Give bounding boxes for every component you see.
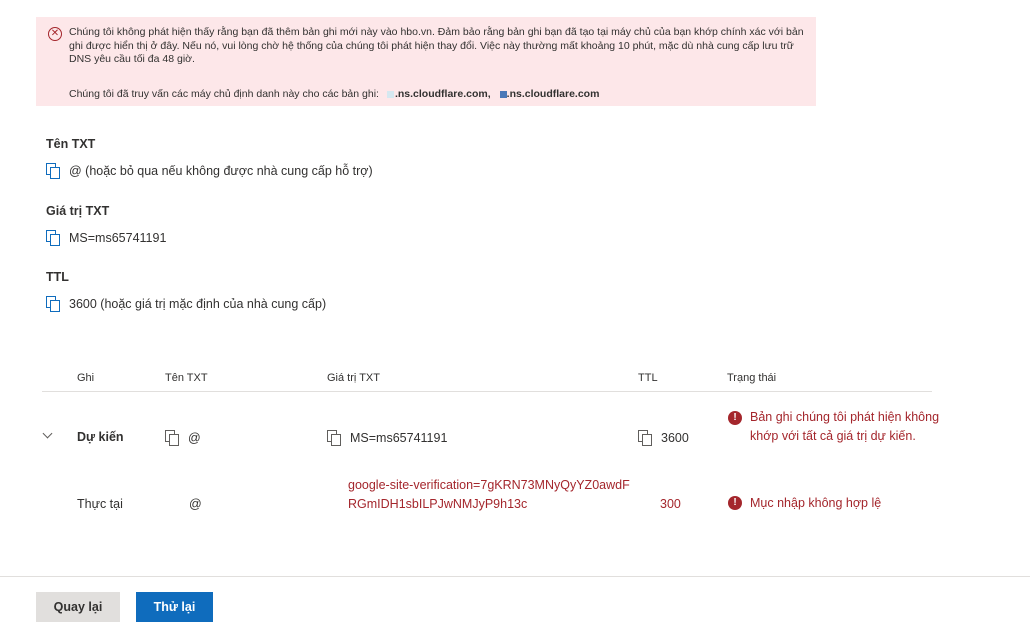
expected-value-cell: MS=ms65741191 [327,430,448,446]
txt-name-label: Tên TXT [46,137,96,151]
error-circle-icon: ✕ [48,27,62,41]
nameserver-2: .ns.cloudflare.com [506,88,600,100]
column-header-txt-name: Tên TXT [165,372,208,384]
footer-divider [0,576,1030,577]
error-message: Chúng tôi không phát hiện thấy rằng bạn … [69,26,804,65]
nameserver-prefix: Chúng tôi đã truy vấn các máy chủ định d… [69,88,379,100]
copy-icon[interactable] [165,430,179,446]
expected-label: Dự kiến [77,430,124,444]
txt-value-row: MS=ms65741191 [46,230,167,246]
copy-icon[interactable] [46,296,60,312]
ttl-value: 3600 (hoặc giá trị mặc định của nhà cung… [69,296,327,311]
nameserver-1: .ns.cloudflare.com, [394,88,491,100]
expected-name-cell: @ [165,430,201,446]
expected-status: Bản ghi chúng tôi phát hiện không khớp v… [750,410,940,443]
expected-value: MS=ms65741191 [350,430,448,445]
retry-button[interactable]: Thử lại [136,592,213,622]
column-header-ttl: TTL [638,372,658,384]
column-header-status: Trạng thái [727,372,777,384]
txt-name-value: @ (hoặc bỏ qua nếu không được nhà cung c… [69,163,373,178]
error-icon: ! [728,496,742,510]
copy-icon[interactable] [46,163,60,179]
back-button[interactable]: Quay lại [36,592,120,622]
error-icon: ! [728,411,742,425]
txt-name-value-row: @ (hoặc bỏ qua nếu không được nhà cung c… [46,163,373,179]
actual-label: Thực tại [77,497,123,511]
error-banner: ✕ Chúng tôi không phát hiện thấy rằng bạ… [36,17,816,106]
ttl-label: TTL [46,270,69,284]
txt-value-label: Giá trị TXT [46,204,110,218]
actual-value: google-site-verification=7gKRN73MNyQyYZ0… [348,478,630,511]
expected-ttl: 3600 [661,430,689,445]
expected-name: @ [188,430,201,445]
expected-ttl-cell: 3600 [638,430,689,446]
nameserver-line: Chúng tôi đã truy vấn các máy chủ định d… [69,87,599,101]
ttl-value-row: 3600 (hoặc giá trị mặc định của nhà cung… [46,296,327,312]
copy-icon[interactable] [638,430,652,446]
actual-name: @ [189,497,202,511]
table-divider [42,391,932,392]
actual-ttl: 300 [660,497,681,511]
copy-icon[interactable] [327,430,341,446]
txt-value-value: MS=ms65741191 [69,230,167,245]
column-header-txt-value: Giá trị TXT [327,372,380,384]
chevron-down-icon[interactable] [42,430,52,440]
redacted-mark [499,90,507,98]
actual-status: Mục nhập không hợp lệ [750,496,882,510]
copy-icon[interactable] [46,230,60,246]
redacted-mark [386,90,394,98]
column-header-record: Ghi [77,372,95,384]
